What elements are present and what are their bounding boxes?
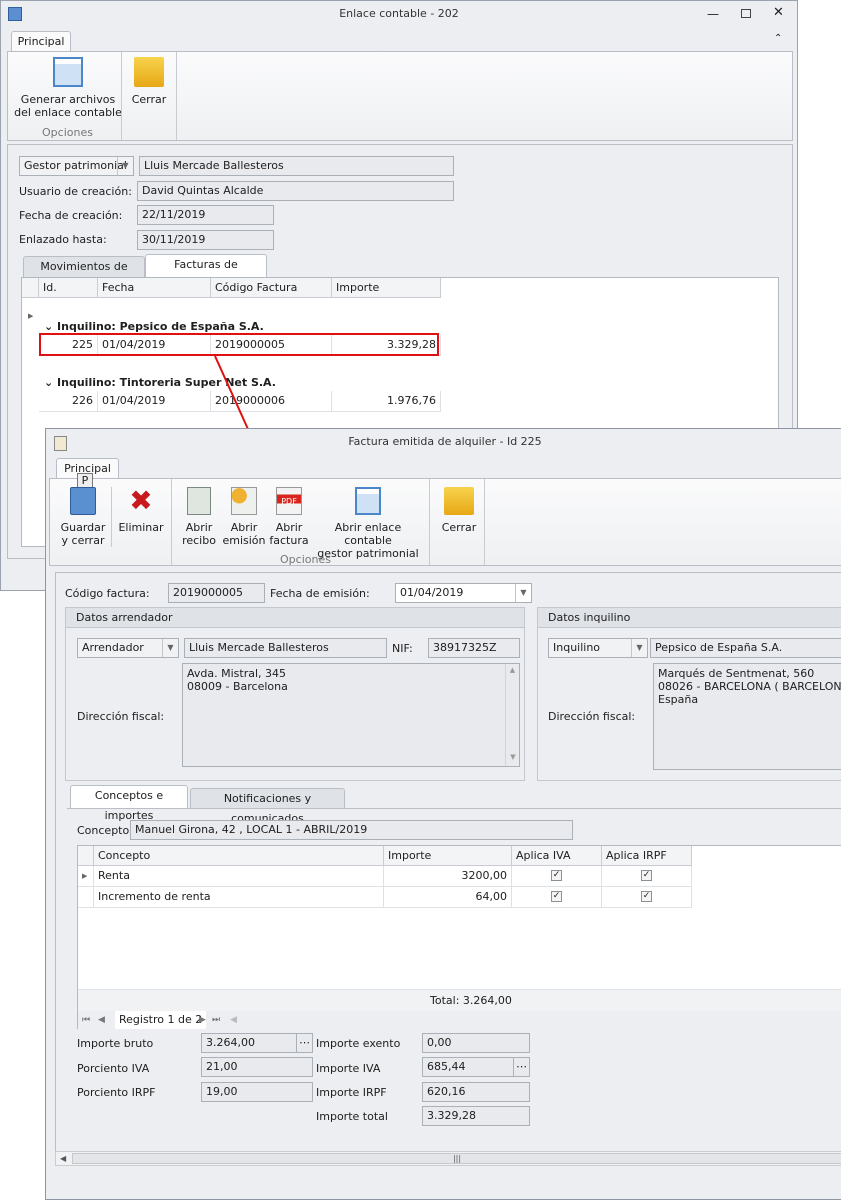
- nif-label: NIF:: [392, 642, 413, 655]
- arrendador-direccion-field[interactable]: Avda. Mistral, 345 08009 - Barcelona ▲ ▼: [182, 663, 520, 767]
- col-aplica-irpf[interactable]: Aplica IRPF: [602, 846, 692, 866]
- importe-total-field[interactable]: 3.329,28: [422, 1106, 530, 1126]
- aplica-iva-checkbox[interactable]: ✓: [551, 870, 562, 881]
- direccion-fiscal-label: Dirección fiscal:: [77, 710, 165, 723]
- importe-iva-field[interactable]: 685,44: [422, 1057, 514, 1077]
- aplica-irpf-checkbox[interactable]: ✓: [641, 891, 652, 902]
- tab-conceptos[interactable]: Conceptos e importes: [70, 785, 188, 822]
- pdf-icon: PDF: [276, 487, 302, 515]
- chevron-down-icon: ▼: [631, 639, 647, 657]
- next-record-button[interactable]: ▶: [199, 1011, 206, 1029]
- ellipsis-button[interactable]: ⋯: [296, 1033, 313, 1053]
- fecha-emision-label: Fecha de emisión:: [270, 587, 370, 600]
- arrendador-type-select[interactable]: Arrendador ▼: [77, 638, 179, 658]
- codigo-factura-field[interactable]: 2019000005: [168, 583, 265, 603]
- importe-iva-label: Importe IVA: [316, 1062, 381, 1075]
- invoice-app-icon: [54, 436, 67, 451]
- aplica-irpf-checkbox[interactable]: ✓: [641, 870, 652, 881]
- nif-field[interactable]: 38917325Z: [428, 638, 520, 658]
- porciento-iva-field[interactable]: 21,00: [201, 1057, 313, 1077]
- chevron-down-icon: ▼: [162, 639, 178, 657]
- aplica-iva-checkbox[interactable]: ✓: [551, 891, 562, 902]
- concepto-label: Concepto:: [77, 824, 133, 837]
- abrir-factura-button[interactable]: PDF Abrir factura: [267, 487, 311, 547]
- record-counter: Registro 1 de 2: [115, 1011, 207, 1029]
- col-concepto[interactable]: Concepto: [94, 846, 384, 866]
- horizontal-scrollbar[interactable]: ◀ |||: [55, 1151, 841, 1166]
- codigo-factura-label: Código factura:: [65, 587, 150, 600]
- ribbon: P Guardar y cerrar ✖ Eliminar Abrir recibo…: [49, 473, 841, 566]
- delete-x-icon: ✖: [129, 484, 153, 517]
- importe-bruto-field[interactable]: 3.264,00: [201, 1033, 297, 1053]
- annotation-arrow: [214, 355, 258, 447]
- col-importe[interactable]: Importe: [384, 846, 512, 866]
- col-aplica-iva[interactable]: Aplica IVA: [512, 846, 602, 866]
- grid-footer: Total: 3.264,00: [78, 989, 841, 1011]
- first-record-button[interactable]: ⏮: [82, 1011, 90, 1029]
- eliminar-button[interactable]: ✖ Eliminar: [115, 484, 167, 535]
- vertical-scrollbar[interactable]: ▲ ▼: [505, 664, 519, 766]
- inquilino-name-field[interactable]: Pepsico de España S.A.: [650, 638, 841, 658]
- folder-open-icon: [444, 487, 474, 515]
- scrollbar-thumb[interactable]: |||: [72, 1153, 841, 1164]
- chevron-down-icon: ▼: [515, 584, 531, 602]
- prev-record-button[interactable]: ◀: [98, 1011, 105, 1029]
- porciento-irpf-label: Porciento IRPF: [77, 1086, 156, 1099]
- inquilino-direccion-field[interactable]: Marqués de Sentmenat, 560 08026 - BARCELO…: [653, 663, 841, 770]
- cerrar-button[interactable]: Cerrar: [433, 487, 485, 534]
- importe-irpf-label: Importe IRPF: [316, 1086, 387, 1099]
- abrir-enlace-button[interactable]: Abrir enlace contable gestor patrimonial: [314, 487, 422, 560]
- inquilino-type-select[interactable]: Inquilino ▼: [548, 638, 648, 658]
- tab-notificaciones[interactable]: Notificaciones y comunicados: [190, 788, 345, 825]
- porciento-irpf-field[interactable]: 19,00: [201, 1082, 313, 1102]
- arrendador-name-field[interactable]: Lluis Mercade Ballesteros: [184, 638, 387, 658]
- importe-total-label: Importe total: [316, 1110, 388, 1123]
- fecha-emision-field[interactable]: 01/04/2019 ▼: [395, 583, 532, 603]
- abrir-recibo-button[interactable]: Abrir recibo: [177, 487, 221, 547]
- importe-bruto-label: Importe bruto: [77, 1037, 154, 1050]
- ribbon-group-label: Opciones: [280, 553, 331, 566]
- guardar-cerrar-button[interactable]: Guardar y cerrar: [58, 487, 108, 547]
- certificate-coins-icon: [231, 487, 257, 515]
- scroll-left-button[interactable]: ◀: [230, 1011, 237, 1029]
- save-icon: [70, 487, 96, 515]
- ellipsis-button[interactable]: ⋯: [513, 1057, 530, 1077]
- abrir-emision-button[interactable]: Abrir emisión: [222, 487, 266, 547]
- importe-exento-field[interactable]: 0,00: [422, 1033, 530, 1053]
- grid-navigator: ⏮ ◀ Registro 1 de 2 ▶ ⏭ ◀: [78, 1011, 841, 1029]
- porciento-iva-label: Porciento IVA: [77, 1062, 150, 1075]
- conceptos-grid: Concepto Importe Aplica IVA Aplica IRPF …: [77, 845, 841, 1029]
- last-record-button[interactable]: ⏭: [212, 1011, 220, 1029]
- importe-exento-label: Importe exento: [316, 1037, 401, 1050]
- spreadsheet-coins-icon: [355, 487, 381, 515]
- receipt-icon: [187, 487, 211, 515]
- window-title: Factura emitida de alquiler - Id 225: [348, 435, 542, 448]
- importe-irpf-field[interactable]: 620,16: [422, 1082, 530, 1102]
- direccion-fiscal-label: Dirección fiscal:: [548, 710, 636, 723]
- concepto-field[interactable]: Manuel Girona, 42 , LOCAL 1 - ABRIL/2019: [130, 820, 573, 840]
- total-summary: Total: 3.264,00: [430, 994, 512, 1007]
